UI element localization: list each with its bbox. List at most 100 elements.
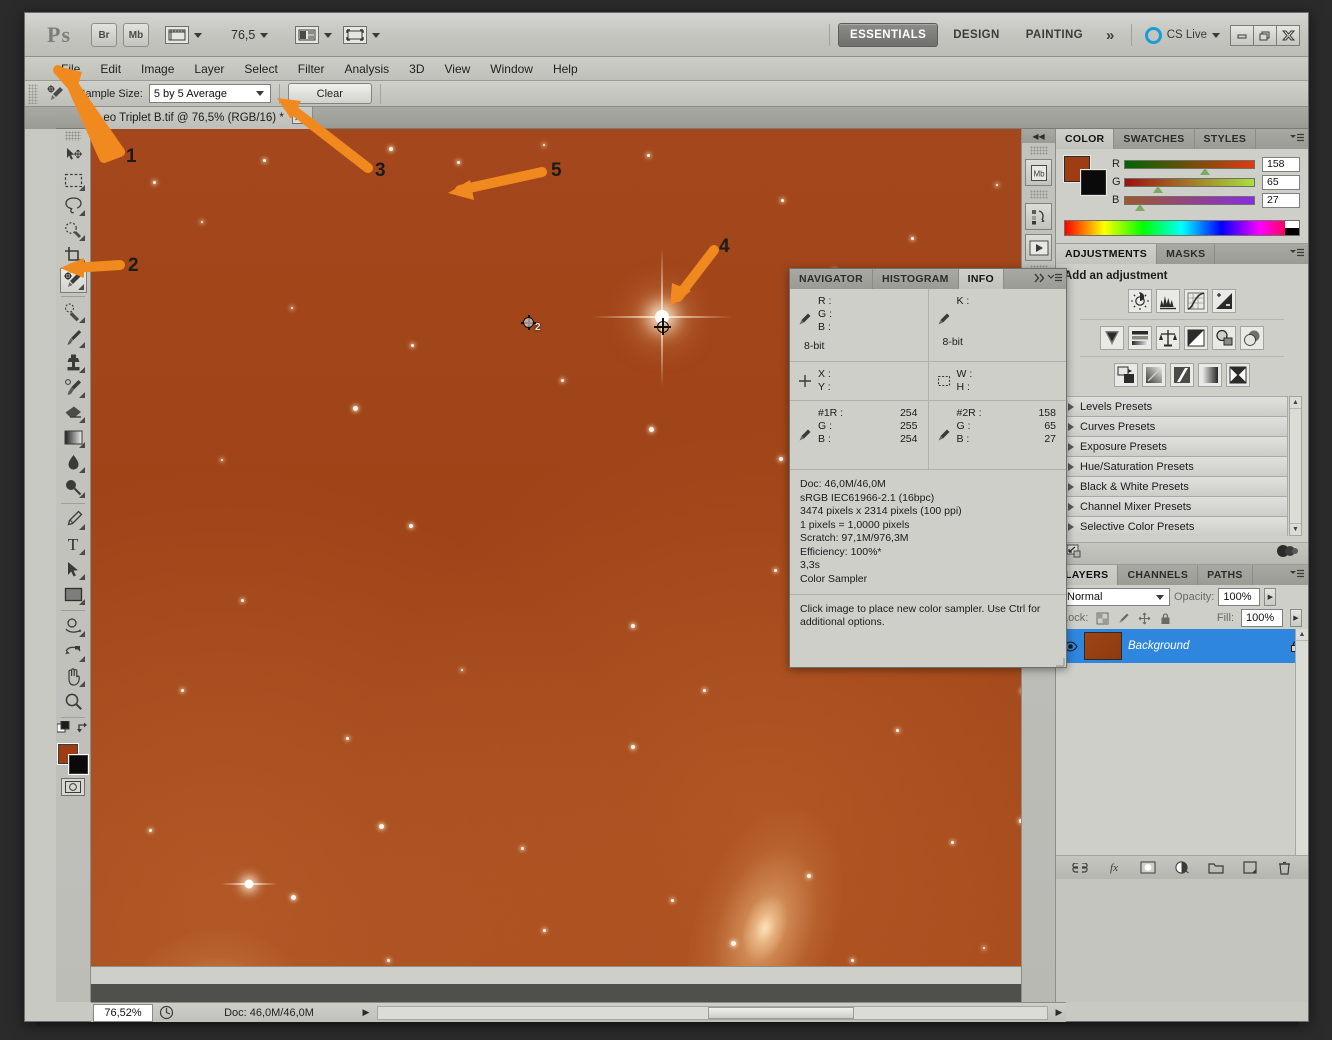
- info-panel[interactable]: NAVIGATOR HISTOGRAM INFO R : G : B : 8-b…: [789, 268, 1067, 668]
- background-color-swatch[interactable]: [69, 755, 88, 774]
- 3d-camera-rotate-tool[interactable]: [60, 639, 87, 664]
- curves-icon[interactable]: [1184, 289, 1208, 313]
- zoom-level-dropdown[interactable]: 76,5: [231, 21, 269, 49]
- actions-icon[interactable]: [1025, 234, 1052, 261]
- status-scroll-right[interactable]: ▶: [1052, 1004, 1066, 1022]
- tab-masks[interactable]: MASKS: [1157, 244, 1216, 264]
- menu-window[interactable]: Window: [480, 59, 543, 79]
- presets-scrollbar[interactable]: ▲ ▼: [1289, 396, 1302, 536]
- invert-icon[interactable]: [1114, 363, 1138, 387]
- workspace-overflow-button[interactable]: »: [1098, 25, 1123, 46]
- move-tool[interactable]: [60, 143, 87, 168]
- slider-track-r[interactable]: [1124, 159, 1255, 175]
- eraser-tool[interactable]: [60, 400, 87, 425]
- fill-stepper[interactable]: ▶: [1290, 609, 1302, 627]
- screen-mode-dropdown[interactable]: [343, 21, 380, 49]
- zoom-percentage-field[interactable]: 76,52%: [93, 1003, 153, 1022]
- new-layer-icon[interactable]: [1241, 860, 1259, 876]
- scrollbar-thumb[interactable]: [708, 1006, 854, 1019]
- menu-image[interactable]: Image: [131, 59, 184, 79]
- new-adjustment-layer-icon[interactable]: [1173, 860, 1191, 876]
- layers-scrollbar[interactable]: ▲ ▼: [1295, 629, 1308, 879]
- background-color-swatch[interactable]: [1081, 170, 1106, 195]
- tab-swatches[interactable]: SWATCHES: [1114, 129, 1195, 149]
- menu-edit[interactable]: Edit: [90, 59, 131, 79]
- status-scroll-track[interactable]: [377, 1005, 1048, 1020]
- foreground-background-swatches[interactable]: [58, 744, 88, 774]
- color-sampler-tool[interactable]: [59, 268, 87, 293]
- posterize-icon[interactable]: [1142, 363, 1166, 387]
- close-button[interactable]: [1276, 25, 1300, 46]
- launch-mini-bridge-button[interactable]: Mb: [123, 23, 149, 47]
- color-sampler-icon[interactable]: [42, 83, 70, 105]
- canvas-horizontal-scrollbar[interactable]: [91, 966, 1049, 984]
- threshold-icon[interactable]: [1170, 363, 1194, 387]
- tab-navigator[interactable]: NAVIGATOR: [790, 269, 873, 289]
- toggle-layer-visibility-icon[interactable]: [1276, 544, 1298, 563]
- channel-value-r[interactable]: 158: [1262, 156, 1300, 172]
- white-black-swatches[interactable]: [1285, 221, 1299, 235]
- blend-mode-select[interactable]: Normal: [1062, 588, 1170, 606]
- menu-layer[interactable]: Layer: [184, 59, 234, 79]
- document-tab[interactable]: Leo Triplet B.tif @ 76,5% (RGB/16) * ✕: [88, 107, 313, 129]
- tab-paths[interactable]: PATHS: [1198, 565, 1253, 585]
- menu-help[interactable]: Help: [543, 59, 588, 79]
- zoom-tool[interactable]: [60, 689, 87, 714]
- history-icon[interactable]: [1025, 203, 1052, 230]
- tab-color[interactable]: COLOR: [1056, 129, 1115, 149]
- selective-color-icon[interactable]: [1226, 363, 1250, 387]
- options-bar-grip[interactable]: [28, 83, 38, 104]
- menu-select[interactable]: Select: [234, 59, 287, 79]
- scroll-up-button[interactable]: ▲: [1296, 629, 1308, 641]
- scroll-up-button[interactable]: ▲: [1290, 397, 1301, 409]
- slider-thumb-b[interactable]: [1135, 203, 1146, 211]
- color-panel-swatches[interactable]: [1064, 156, 1106, 196]
- info-panel-menu-button[interactable]: [1034, 273, 1062, 283]
- color-panel-menu-button[interactable]: [1290, 133, 1304, 143]
- rectangle-tool[interactable]: [60, 582, 87, 607]
- channel-value-b[interactable]: 27: [1262, 192, 1300, 208]
- dodge-tool[interactable]: [60, 475, 87, 500]
- gradient-map-icon[interactable]: [1198, 363, 1222, 387]
- opacity-field[interactable]: 100%: [1218, 588, 1261, 606]
- photo-filter-icon[interactable]: [1212, 326, 1236, 350]
- scroll-down-button[interactable]: ▼: [1290, 523, 1301, 535]
- slider-track-b[interactable]: [1124, 195, 1255, 211]
- brightness-contrast-icon[interactable]: [1128, 289, 1152, 313]
- opacity-stepper[interactable]: ▶: [1264, 588, 1277, 606]
- preset-selective-color[interactable]: Selective Color Presets: [1062, 516, 1288, 536]
- path-selection-tool[interactable]: [60, 557, 87, 582]
- adjustments-panel-menu-button[interactable]: [1290, 248, 1304, 258]
- black-white-icon[interactable]: [1184, 326, 1208, 350]
- rail-grip[interactable]: [1029, 190, 1048, 199]
- layer-mask-icon[interactable]: [1139, 860, 1157, 876]
- levels-icon[interactable]: [1156, 289, 1180, 313]
- pen-tool[interactable]: [60, 507, 87, 532]
- layer-row-background[interactable]: Background: [1056, 629, 1308, 663]
- slider-track-g[interactable]: [1124, 177, 1255, 193]
- workspace-painting[interactable]: PAINTING: [1015, 24, 1094, 46]
- workspace-essentials[interactable]: ESSENTIALS: [838, 23, 939, 47]
- preset-levels[interactable]: Levels Presets: [1062, 396, 1288, 417]
- return-to-adjustment-list-icon[interactable]: [1066, 544, 1082, 563]
- delete-layer-icon[interactable]: [1275, 860, 1293, 876]
- lock-all-icon[interactable]: [1158, 611, 1172, 625]
- arrange-documents-dropdown[interactable]: [295, 21, 332, 49]
- lock-position-icon[interactable]: [1137, 611, 1151, 625]
- 3d-object-rotate-tool[interactable]: [60, 614, 87, 639]
- menu-analysis[interactable]: Analysis: [334, 59, 399, 79]
- exposure-icon[interactable]: [1212, 289, 1236, 313]
- launch-bridge-button[interactable]: Br: [91, 23, 117, 47]
- tab-info[interactable]: INFO: [958, 269, 1004, 289]
- status-preview-icon[interactable]: [153, 1004, 179, 1022]
- color-sampler-marker-2[interactable]: 2: [521, 315, 541, 333]
- history-brush-tool[interactable]: [60, 375, 87, 400]
- rectangular-marquee-tool[interactable]: [60, 168, 87, 193]
- default-colors-icon[interactable]: [56, 720, 71, 740]
- link-layers-icon[interactable]: [1071, 860, 1089, 876]
- preset-black-white[interactable]: Black & White Presets: [1062, 476, 1288, 497]
- gradient-tool[interactable]: [60, 425, 87, 450]
- menu-view[interactable]: View: [434, 59, 480, 79]
- tab-histogram[interactable]: HISTOGRAM: [873, 269, 959, 289]
- vibrance-icon[interactable]: [1100, 326, 1124, 350]
